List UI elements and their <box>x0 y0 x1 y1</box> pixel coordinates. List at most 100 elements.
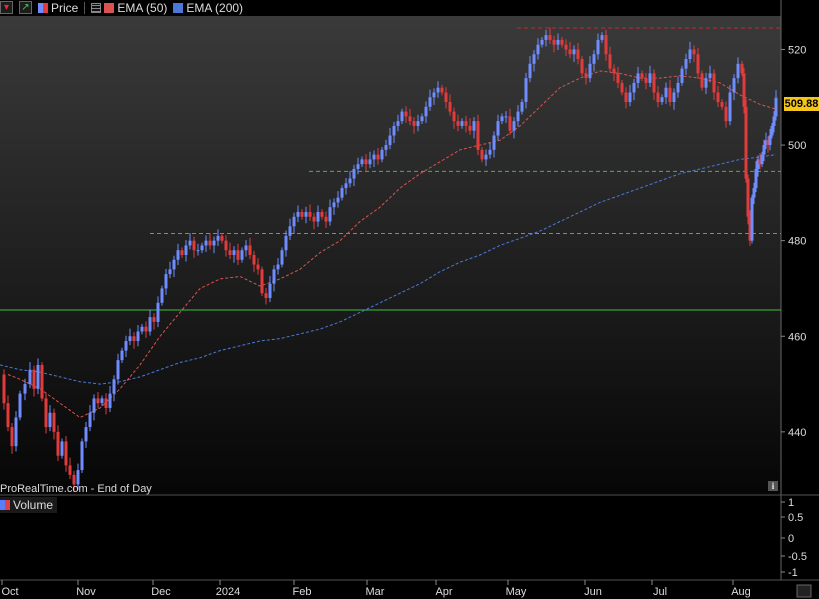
volume-panel-background <box>0 496 819 580</box>
legend-price[interactable]: Price <box>38 1 78 15</box>
candle-body <box>348 178 352 184</box>
candle-body <box>580 59 584 74</box>
candle-body <box>636 73 640 83</box>
candle-body <box>672 92 676 103</box>
candle-body <box>52 412 56 432</box>
candle-body <box>368 159 372 165</box>
candle-body <box>376 154 380 160</box>
candle-body <box>452 111 456 122</box>
x-tick-label: Apr <box>435 586 452 598</box>
candle-body <box>716 92 720 103</box>
candle-body <box>540 39 544 45</box>
candle-body <box>204 240 208 246</box>
candle-body <box>440 87 444 93</box>
candle-body <box>412 121 416 126</box>
candle-body <box>770 125 774 136</box>
candle-body <box>428 97 432 107</box>
candle-body <box>750 197 754 241</box>
candle-body <box>96 398 100 404</box>
candle-body <box>744 106 748 179</box>
candle-body <box>746 178 750 217</box>
x-tick-label: Feb <box>293 586 312 598</box>
candle-body <box>180 250 184 255</box>
candle-body <box>468 125 472 131</box>
x-tick-label: Aug <box>731 586 751 598</box>
volume-tick-label: 0.5 <box>788 512 803 524</box>
y-tick-label: 500 <box>788 140 806 152</box>
candle-body <box>328 207 332 222</box>
candle-body <box>228 250 232 255</box>
candle-body <box>556 39 560 45</box>
candle-body <box>604 35 608 55</box>
candle-body <box>476 121 480 150</box>
candle-body <box>504 116 508 118</box>
candle-body <box>754 168 758 189</box>
candle-body <box>520 102 524 112</box>
x-tick-label: Jun <box>584 586 602 598</box>
candle-body <box>712 73 716 93</box>
candle-body <box>512 121 516 131</box>
candle-body <box>524 78 528 103</box>
candle-body <box>416 121 420 126</box>
candle-body <box>640 73 644 79</box>
candle-body <box>264 293 268 299</box>
ema50-swatch-icon <box>104 2 115 13</box>
candle-body <box>444 92 448 103</box>
candle-body <box>516 111 520 122</box>
candle-body <box>448 102 452 112</box>
candle-body <box>692 49 696 55</box>
candle-body <box>728 92 732 122</box>
candle-body <box>276 264 280 270</box>
candle-body <box>532 54 536 64</box>
candle-body <box>112 379 116 394</box>
candle-body <box>644 78 648 83</box>
volume-legend[interactable]: Volume <box>0 497 58 513</box>
y-tick-label: 440 <box>788 427 806 439</box>
candle-body <box>128 336 132 342</box>
candle-body <box>720 102 724 107</box>
candle-body <box>360 159 364 165</box>
candle-body <box>372 154 376 160</box>
candle-body <box>624 92 628 103</box>
candle-body <box>408 116 412 122</box>
candle-body <box>740 63 744 74</box>
candle-body <box>608 54 612 69</box>
candle-body <box>684 59 688 69</box>
collapse-arrow-icon[interactable]: ▾ <box>0 1 13 14</box>
volume-tick-label: -0.5 <box>788 551 807 563</box>
candle-body <box>312 216 316 222</box>
candle-body <box>140 326 144 332</box>
candle-body <box>424 106 428 117</box>
candle-body <box>708 73 712 79</box>
legend-ema-200[interactable]: EMA (200) <box>173 1 243 15</box>
candle-body <box>742 73 746 107</box>
candle-body <box>324 216 328 222</box>
candle-body <box>392 125 396 136</box>
candle-body <box>160 288 164 303</box>
candle-body <box>108 393 112 408</box>
candle-body <box>396 121 400 126</box>
candle-body <box>244 245 248 251</box>
candle-body <box>92 398 96 413</box>
candle-body <box>456 121 460 126</box>
candle-body <box>492 135 496 150</box>
expand-arrow-icon[interactable]: ↗ <box>19 1 32 14</box>
candle-body <box>652 73 656 93</box>
info-icon[interactable]: i <box>768 481 778 491</box>
candle-body <box>472 121 476 131</box>
volume-tick-label: 1 <box>788 497 794 509</box>
legend-divider <box>84 1 86 14</box>
candle-body <box>660 97 664 103</box>
candle-body <box>136 331 140 342</box>
candle-body <box>724 106 728 122</box>
candle-body <box>184 245 188 255</box>
candle-body <box>768 135 772 146</box>
candle-body <box>196 250 200 252</box>
candle-body <box>364 159 368 165</box>
last-price-tag: 509.88 <box>784 97 819 111</box>
x-tick-label: Mar <box>366 586 385 598</box>
candle-body <box>592 54 596 64</box>
candle-body <box>576 49 580 60</box>
candle-body <box>304 211 308 217</box>
legend-ema-50[interactable]: EMA (50) <box>91 1 167 15</box>
